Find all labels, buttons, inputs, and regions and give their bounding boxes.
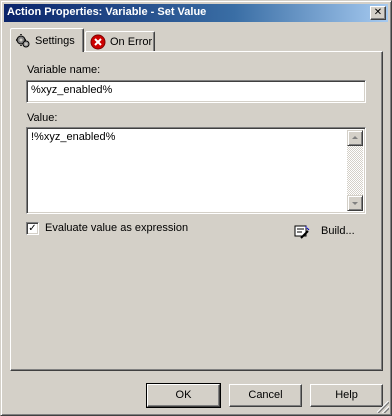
scroll-down-arrow-icon [352, 202, 358, 205]
scroll-up-button[interactable] [347, 130, 363, 146]
ok-button[interactable]: OK [146, 383, 221, 408]
window-title: Action Properties: Variable - Set Value [7, 6, 207, 18]
error-x-icon [90, 34, 106, 50]
build-wand-icon[interactable] [294, 224, 310, 240]
close-button[interactable]: ✕ [370, 6, 386, 20]
tab-settings[interactable]: Settings [10, 28, 84, 52]
value-label: Value: [27, 112, 58, 124]
settings-panel: Variable name: %xyz_enabled% Value: !%xy… [10, 51, 383, 371]
tab-on-error[interactable]: On Error [85, 31, 155, 52]
tab-on-error-label: On Error [110, 36, 153, 48]
value-text: !%xyz_enabled% [31, 131, 116, 143]
checkmark-icon: ✓ [28, 223, 37, 234]
value-textarea[interactable]: !%xyz_enabled% [26, 127, 366, 214]
variable-name-label: Variable name: [27, 64, 101, 76]
title-bar[interactable]: Action Properties: Variable - Set Value … [4, 4, 388, 22]
scroll-down-button[interactable] [347, 195, 363, 211]
build-link[interactable]: Build... [321, 225, 355, 237]
variable-name-input[interactable]: %xyz_enabled% [26, 80, 366, 103]
evaluate-checkbox-label[interactable]: Evaluate value as expression [45, 222, 188, 234]
resize-grip-icon[interactable] [377, 401, 389, 413]
dialog-window: Action Properties: Variable - Set Value … [0, 0, 392, 416]
gears-icon [15, 33, 31, 49]
value-scrollbar[interactable] [347, 130, 363, 211]
evaluate-checkbox[interactable]: ✓ [26, 222, 39, 235]
scroll-up-arrow-icon [352, 136, 358, 139]
cancel-button[interactable]: Cancel [229, 384, 302, 407]
tab-settings-label: Settings [35, 34, 75, 47]
help-button[interactable]: Help [310, 384, 383, 407]
